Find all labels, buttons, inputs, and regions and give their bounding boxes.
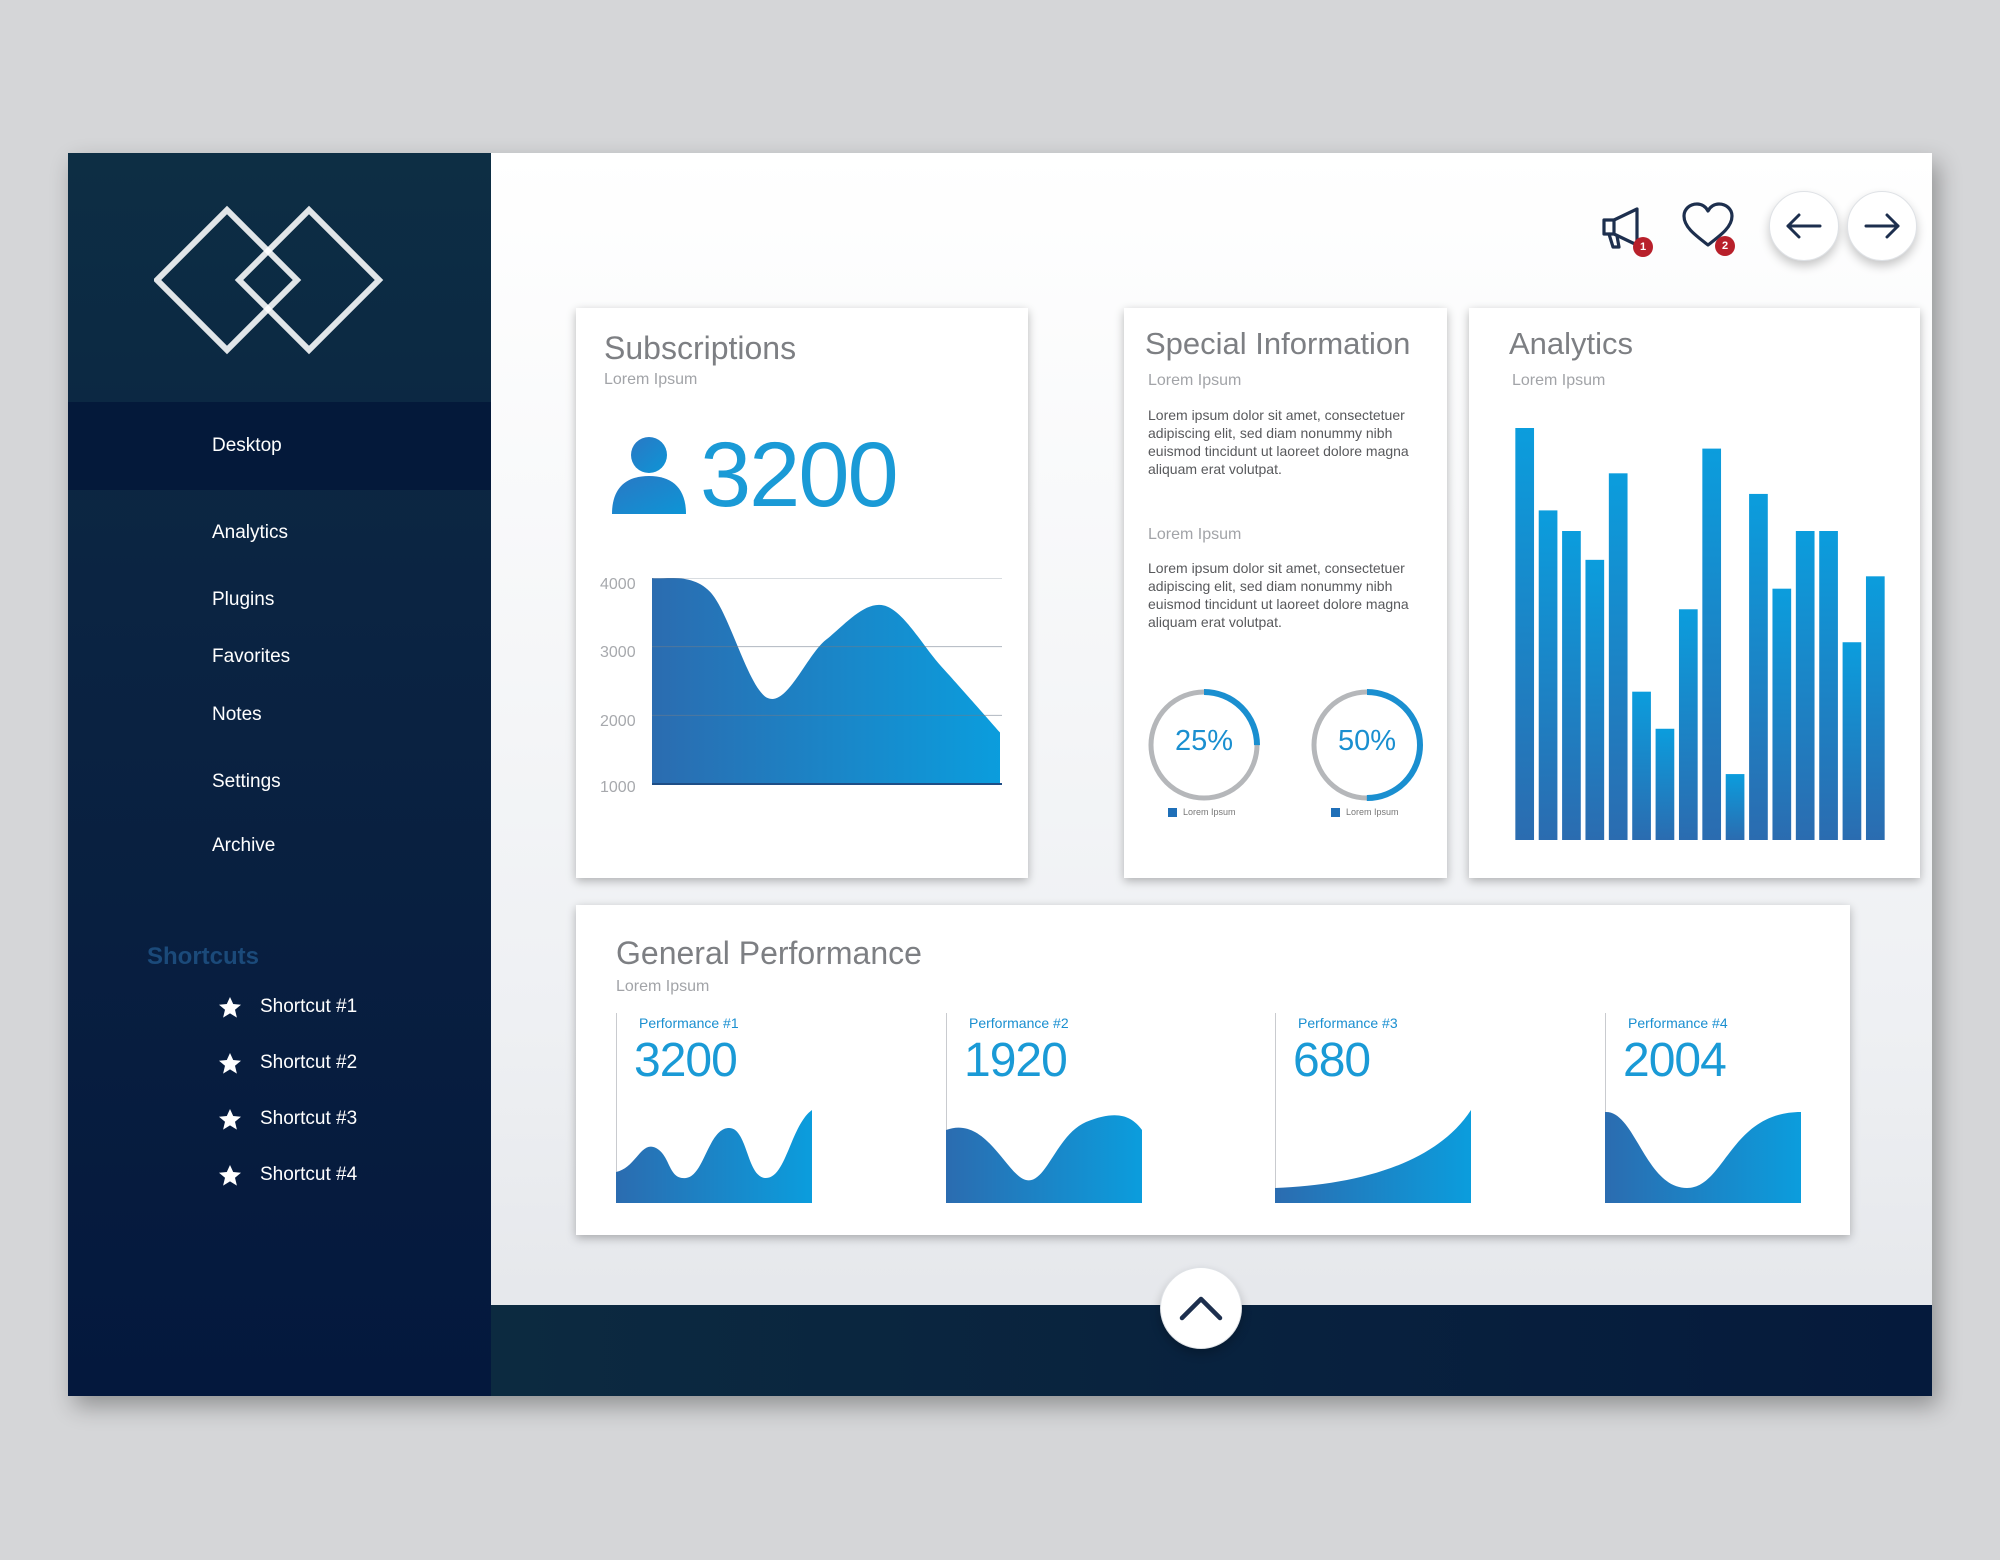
general-performance-subtitle: Lorem Ipsum (616, 978, 710, 995)
sidebar-item-label: Notes (212, 704, 262, 725)
sidebar: Desktop Analytics Plugins Favorites Note… (68, 153, 491, 1396)
shortcut-label: Shortcut #2 (260, 1052, 358, 1073)
legend-swatch (1168, 807, 1177, 817)
bar (1632, 691, 1651, 840)
arrow-left-icon (1786, 213, 1822, 239)
analytics-title: Analytics (1509, 326, 1634, 361)
back-button[interactable] (1769, 191, 1839, 261)
bar (1749, 493, 1768, 840)
sidebar-item-label: Desktop (212, 435, 282, 456)
donut-label: 50% (1337, 725, 1397, 757)
shortcut-label: Shortcut #4 (260, 1164, 358, 1185)
favorites-button[interactable]: 2 (1679, 201, 1739, 261)
donut-legend: Lorem Ipsum (1331, 807, 1399, 817)
performance-sparkline (616, 1110, 812, 1203)
general-performance-card: General Performance Lorem Ipsum Performa… (576, 905, 1850, 1235)
analytics-bar-chart (1515, 428, 1885, 840)
sidebar-item-archive[interactable]: Archive (68, 802, 491, 890)
shortcut-item[interactable]: Shortcut #2 (218, 1043, 357, 1083)
performance-value: 1920 (964, 1034, 1068, 1087)
chevron-up-icon (1179, 1296, 1223, 1321)
user-icon (612, 437, 686, 514)
y-tick-label: 2000 (600, 713, 636, 730)
subscriptions-title: Subscriptions (604, 330, 797, 366)
sidebar-item-label: Favorites (212, 646, 291, 667)
area-series (652, 578, 1000, 784)
general-performance-title: General Performance (616, 935, 922, 971)
performance-label: Performance #4 (1628, 1015, 1728, 1031)
performance-sparkline (1275, 1110, 1471, 1203)
performance-sparkline (946, 1115, 1142, 1203)
favorites-badge: 2 (1715, 236, 1735, 256)
donut-label: 25% (1174, 725, 1234, 757)
legend-label: Lorem Ipsum (1183, 807, 1236, 817)
logo-icon (154, 205, 384, 355)
performance-label: Performance #2 (969, 1015, 1069, 1031)
bar (1678, 609, 1698, 840)
sidebar-item-label: Settings (212, 771, 281, 792)
analytics-subtitle: Lorem Ipsum (1512, 372, 1606, 389)
bar (1608, 473, 1628, 840)
forward-button[interactable] (1847, 191, 1917, 261)
shortcut-item[interactable]: Shortcut #1 (218, 987, 357, 1027)
bar (1819, 531, 1838, 840)
shortcut-item[interactable]: Shortcut #4 (218, 1155, 357, 1195)
legend-swatch (1331, 807, 1340, 817)
subscriptions-count: 3200 (700, 424, 899, 526)
bar (1702, 448, 1722, 840)
sidebar-item-label: Archive (212, 835, 276, 856)
star-icon (219, 1164, 241, 1186)
shortcuts-heading: Shortcuts (147, 943, 260, 970)
sidebar-item-label: Plugins (212, 589, 275, 610)
bar (1772, 588, 1792, 840)
bar (1585, 559, 1605, 840)
special-info-subtitle: Lorem Ipsum (1148, 372, 1242, 389)
bar (1865, 576, 1885, 840)
star-icon (219, 1052, 241, 1074)
bar (1562, 531, 1581, 840)
dashboard-window: Desktop Analytics Plugins Favorites Note… (68, 153, 1932, 1396)
special-info-card: Special Information Lorem Ipsum Lorem ip… (1124, 308, 1447, 878)
subscriptions-card: Subscriptions Lorem Ipsum 3200 4000 3000… (576, 308, 1028, 878)
subscriptions-area-chart (652, 578, 1002, 785)
bar (1515, 428, 1535, 840)
bar (1655, 728, 1675, 840)
special-info-text: Lorem ipsum dolor sit amet, consectetuer… (1148, 407, 1409, 477)
y-tick-label: 3000 (600, 644, 636, 661)
star-icon (219, 996, 241, 1018)
shortcut-item[interactable]: Shortcut #3 (218, 1099, 357, 1139)
performance-value: 3200 (634, 1034, 738, 1087)
bar (1538, 510, 1558, 840)
special-info-title: Special Information (1145, 326, 1411, 361)
sidebar-item-label: Analytics (212, 522, 289, 543)
arrow-right-icon (1864, 213, 1900, 239)
performance-label: Performance #1 (639, 1015, 739, 1031)
bar (1795, 531, 1815, 840)
y-tick-label: 4000 (600, 576, 636, 593)
bar (1842, 642, 1862, 840)
main-panel: 1 2 Subscriptions Lorem Ipsum 3200 4000 (491, 153, 1932, 1396)
analytics-card: Analytics Lorem Ipsum (1469, 308, 1920, 878)
y-tick-label: 1000 (600, 779, 636, 796)
subscriptions-subtitle: Lorem Ipsum (604, 371, 698, 388)
performance-value: 2004 (1623, 1034, 1727, 1087)
star-icon (219, 1108, 241, 1130)
donut-legend: Lorem Ipsum (1168, 807, 1236, 817)
performance-label: Performance #3 (1298, 1015, 1398, 1031)
bar (1725, 774, 1745, 840)
notifications-button[interactable]: 1 (1597, 199, 1657, 259)
shortcut-label: Shortcut #3 (260, 1108, 358, 1129)
special-info-subtitle: Lorem Ipsum (1148, 526, 1242, 543)
special-info-text: Lorem ipsum dolor sit amet, consectetuer… (1148, 560, 1409, 630)
performance-sparkline (1605, 1111, 1801, 1203)
notifications-badge: 1 (1633, 237, 1653, 257)
sidebar-item-desktop[interactable]: Desktop (68, 402, 491, 490)
legend-label: Lorem Ipsum (1346, 807, 1399, 817)
scroll-up-button[interactable] (1160, 1267, 1242, 1349)
shortcut-label: Shortcut #1 (260, 996, 358, 1017)
performance-value: 680 (1293, 1034, 1371, 1087)
